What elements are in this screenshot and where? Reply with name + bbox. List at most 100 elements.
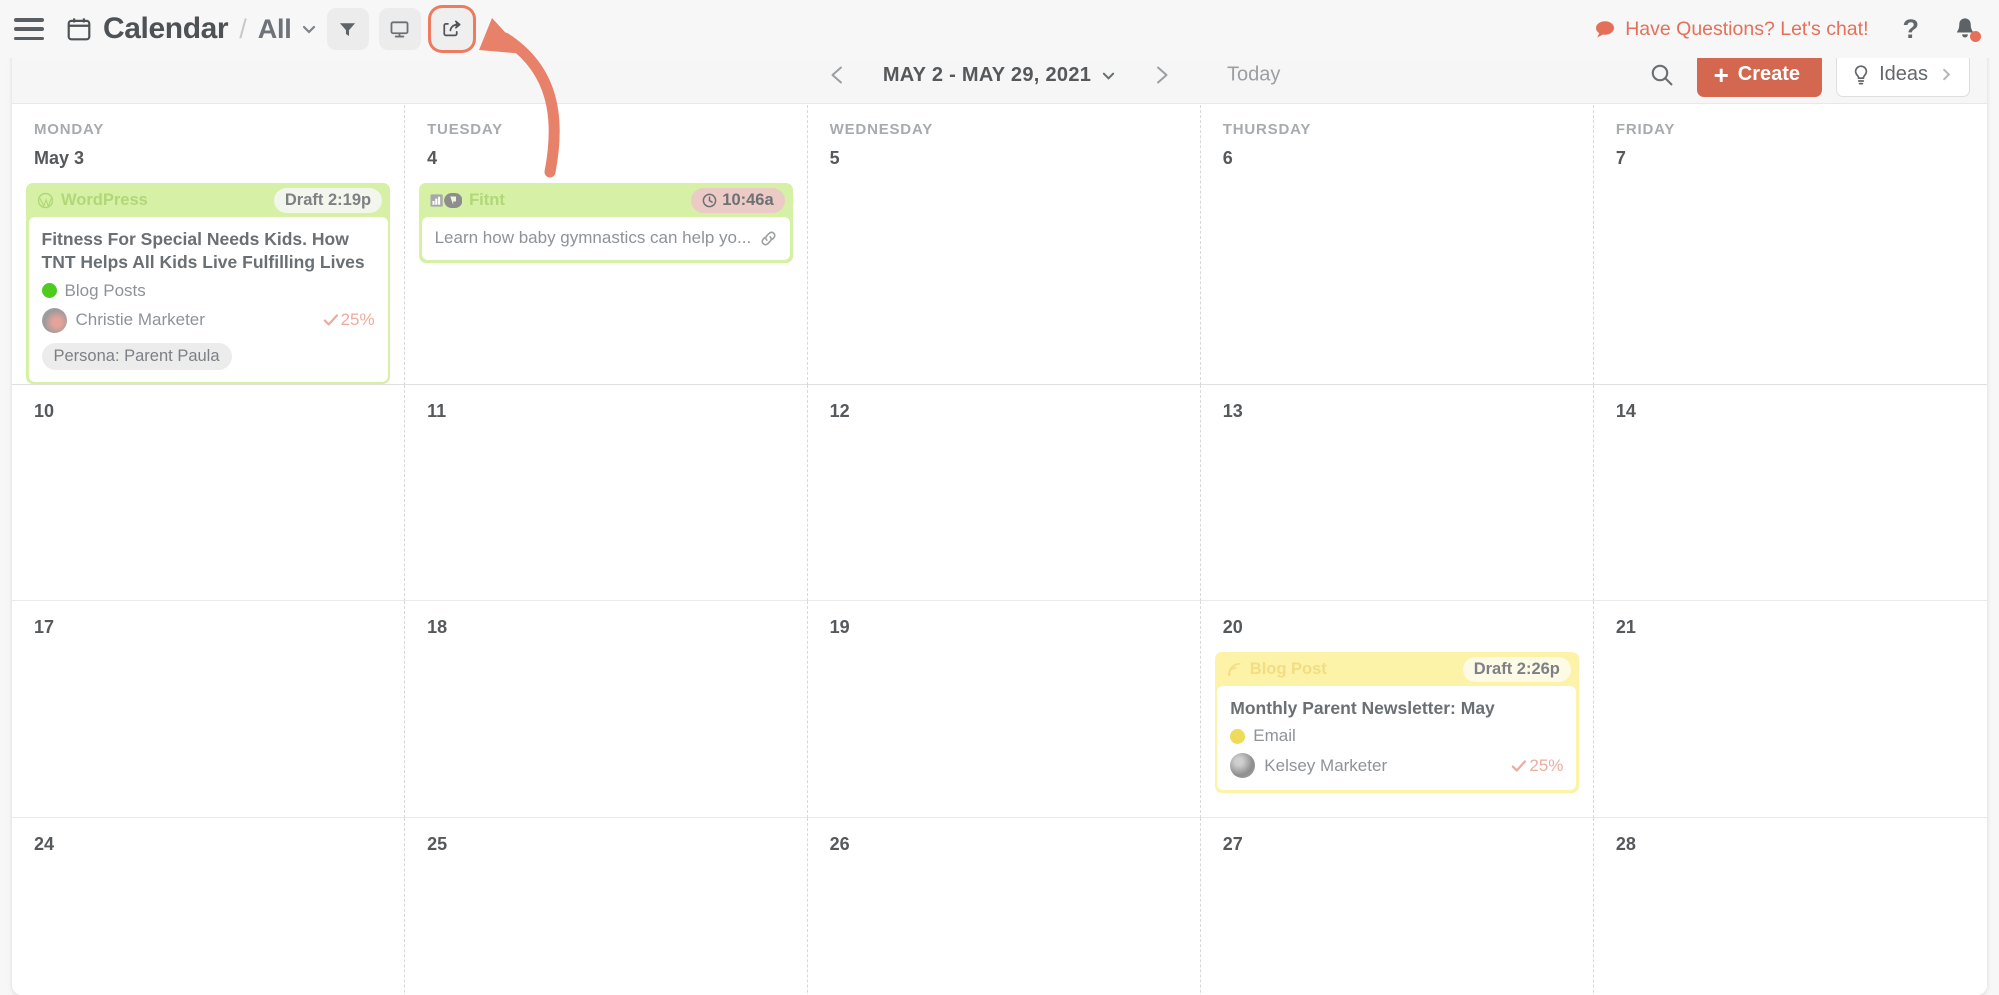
day-cell[interactable]: 19: [807, 601, 1201, 818]
day-cell[interactable]: 25: [405, 818, 808, 995]
day-cell[interactable]: 11: [405, 385, 808, 601]
event-title: Monthly Parent Newsletter: May: [1230, 698, 1495, 718]
ideas-button-label: Ideas: [1879, 63, 1928, 85]
event-tag[interactable]: Persona: Parent Paula: [41, 342, 232, 370]
day-number: 17: [34, 617, 55, 637]
chat-prompt-link[interactable]: Have Questions? Let's chat!: [1595, 18, 1869, 41]
date-range-label: MAY 2 - MAY 29, 2021: [882, 63, 1092, 86]
lightbulb-icon: [1852, 64, 1870, 86]
day-number: 28: [1615, 834, 1636, 854]
hamburger-menu-icon[interactable]: [14, 18, 44, 40]
event-status-badge: 10:46a: [691, 187, 785, 213]
toolbar-right-group: + Create Ideas: [1649, 52, 1970, 97]
chevron-right-icon: [1939, 67, 1954, 82]
check-icon: [323, 313, 339, 327]
day-number: 19: [829, 617, 850, 637]
day-number: 27: [1222, 834, 1243, 854]
day-cell[interactable]: 14: [1593, 385, 1987, 601]
day-cell[interactable]: 10: [12, 385, 406, 601]
event-source-label: Blog Post: [1249, 659, 1327, 678]
day-cell[interactable]: WEDNESDAY 5: [807, 105, 1201, 385]
event-card-header: WordPress Draft 2:19p: [26, 183, 390, 217]
day-number: 10: [34, 401, 55, 421]
event-card-header: Blog Post Draft 2:26p: [1215, 652, 1579, 686]
notifications-button[interactable]: [1953, 16, 1981, 42]
event-time-label: 10:46a: [722, 190, 774, 209]
day-of-week-header: TUESDAY: [427, 121, 503, 138]
create-button[interactable]: + Create: [1696, 52, 1823, 97]
ideas-button[interactable]: Ideas: [1836, 52, 1970, 97]
event-source-label: Fitnt: [469, 190, 505, 209]
filter-icon[interactable]: [326, 8, 369, 50]
event-card[interactable]: WordPress Draft 2:19p Fitness For Specia…: [26, 183, 391, 385]
calendar-grid: MONDAY May 3 WordPress Draft 2:19p Fitne…: [12, 105, 1987, 995]
avatar: [41, 307, 67, 333]
create-button-label: Create: [1737, 63, 1801, 85]
assignee-name: Christie Marketer: [75, 310, 205, 330]
day-cell[interactable]: 12: [807, 385, 1201, 601]
help-button[interactable]: ?: [1903, 15, 1920, 43]
day-cell[interactable]: MONDAY May 3 WordPress Draft 2:19p Fitne…: [12, 105, 406, 385]
next-period-button[interactable]: [1150, 64, 1172, 86]
check-icon: [1511, 759, 1527, 773]
header-right-group: Have Questions? Let's chat! ?: [1595, 15, 1981, 43]
day-cell[interactable]: 20 Blog Post Draft 2:26p Monthly Parent …: [1200, 601, 1594, 818]
category-color-dot: [1230, 728, 1246, 744]
day-number: 18: [427, 617, 448, 637]
day-cell[interactable]: 28: [1593, 818, 1987, 995]
link-icon[interactable]: [751, 230, 777, 247]
progress-value: 25%: [340, 310, 375, 330]
day-number: 12: [829, 401, 850, 421]
chevron-down-icon[interactable]: [301, 21, 317, 37]
event-status-badge: Draft 2:26p: [1462, 656, 1571, 682]
avatar: [1230, 753, 1256, 779]
day-cell[interactable]: 21: [1593, 601, 1987, 818]
day-number: 4: [427, 148, 438, 168]
calendar-scope-label: All: [257, 13, 292, 44]
event-card[interactable]: Blog Post Draft 2:26p Monthly Parent New…: [1214, 652, 1579, 793]
today-button[interactable]: Today: [1227, 63, 1280, 86]
wordpress-icon: [37, 192, 54, 209]
day-number: 24: [34, 834, 55, 854]
day-number: 7: [1615, 148, 1626, 168]
page-title: Calendar: [103, 12, 229, 45]
search-icon[interactable]: [1649, 62, 1675, 88]
top-header-bar: Calendar / All Have Questions? Let's cha…: [0, 0, 1999, 58]
day-cell[interactable]: TUESDAY 4 Fitnt 10:46a Learn how baby gy…: [405, 105, 808, 385]
event-card-body: Learn how baby gymnastics can help yo...: [421, 217, 791, 260]
display-icon[interactable]: [378, 8, 421, 50]
day-number: 6: [1222, 148, 1233, 168]
day-cell[interactable]: 27: [1200, 818, 1594, 995]
share-icon[interactable]: [430, 8, 473, 50]
event-source: WordPress: [37, 191, 148, 210]
calendar-panel: MAY 2 - MAY 29, 2021 Today + Create Idea…: [12, 46, 1987, 995]
day-cell[interactable]: 26: [807, 818, 1201, 995]
rss-icon: [1226, 661, 1243, 678]
breadcrumb-separator: /: [239, 13, 247, 44]
chat-bubble-icon: [1595, 20, 1615, 38]
date-range-selector[interactable]: MAY 2 - MAY 29, 2021: [883, 64, 1116, 87]
day-of-week-header: THURSDAY: [1222, 121, 1312, 138]
day-number: 20: [1222, 617, 1243, 637]
event-source-label: WordPress: [61, 190, 148, 209]
day-number: 13: [1222, 401, 1243, 421]
day-number: May 3: [34, 148, 85, 168]
day-cell[interactable]: 13: [1200, 385, 1594, 601]
day-cell[interactable]: FRIDAY 7: [1593, 105, 1987, 385]
event-assignee: Christie Marketer 25%: [41, 307, 375, 333]
day-cell[interactable]: 18: [405, 601, 808, 818]
day-number: 21: [1615, 617, 1636, 637]
day-of-week-header: WEDNESDAY: [829, 121, 934, 138]
day-of-week-header: MONDAY: [34, 121, 105, 138]
social-share-icon: [430, 192, 463, 209]
day-cell[interactable]: 24: [12, 818, 406, 995]
progress-value: 25%: [1529, 755, 1564, 775]
prev-period-button[interactable]: [827, 64, 849, 86]
day-cell[interactable]: THURSDAY 6: [1200, 105, 1594, 385]
day-cell[interactable]: 17: [12, 601, 406, 818]
day-number: 26: [829, 834, 850, 854]
event-assignee: Kelsey Marketer 25%: [1230, 753, 1564, 779]
day-number: 25: [427, 834, 448, 854]
event-card[interactable]: Fitnt 10:46a Learn how baby gymnastics c…: [419, 183, 793, 263]
event-category: Blog Posts: [41, 281, 375, 301]
